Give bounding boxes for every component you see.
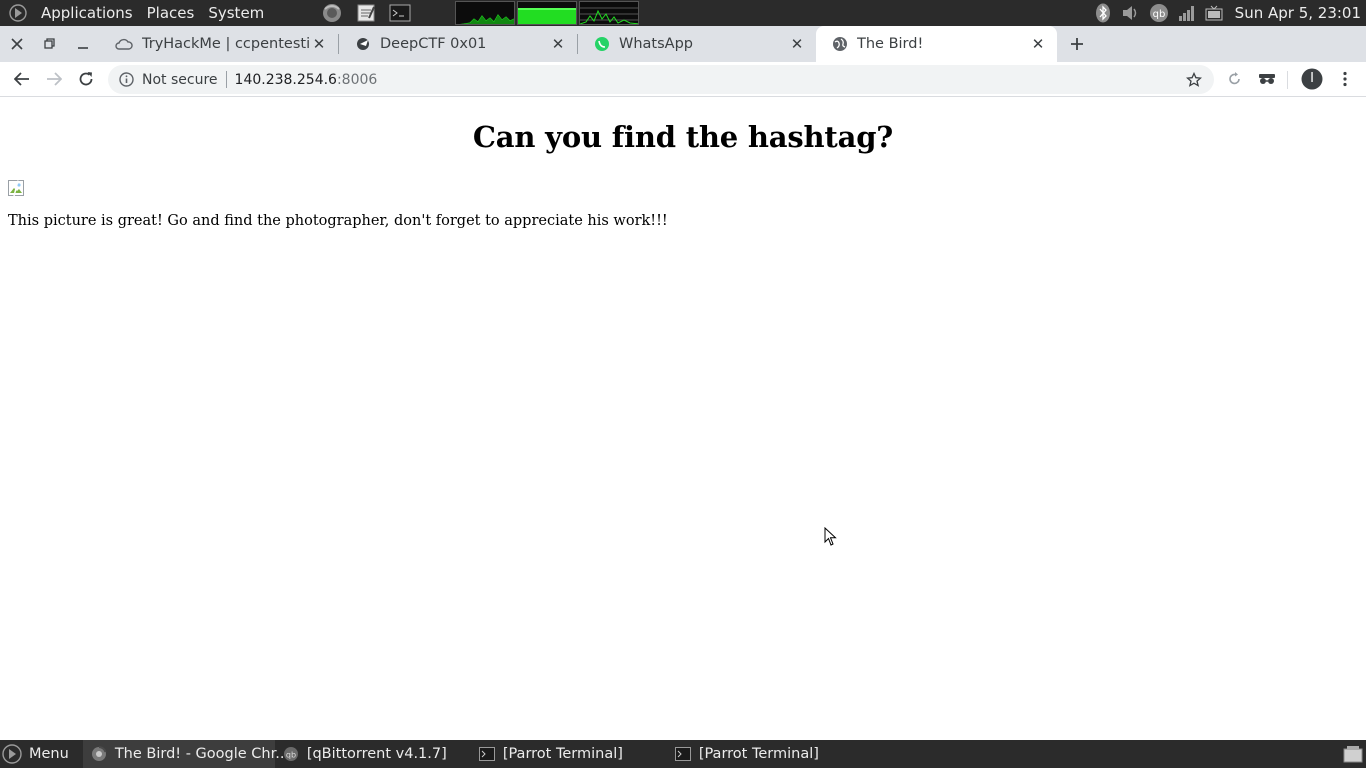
browser-toolbar: Not secure 140.238.254.6 :8006 I bbox=[0, 62, 1366, 97]
svg-text:qb: qb bbox=[286, 751, 296, 760]
cpu-graph bbox=[455, 1, 516, 25]
top-system-panel: Applications Places System qb Sun Apr 5,… bbox=[0, 0, 1366, 26]
broken-image-icon[interactable] bbox=[8, 180, 24, 197]
tab-close-button[interactable]: ✕ bbox=[549, 35, 567, 53]
qbittorrent-icon[interactable]: qb bbox=[1148, 2, 1170, 24]
system-tray: qb Sun Apr 5, 23:01 bbox=[1089, 0, 1366, 26]
minimize-icon bbox=[77, 47, 88, 49]
new-tab-button[interactable] bbox=[1057, 26, 1097, 62]
network-signal-icon[interactable] bbox=[1176, 2, 1198, 24]
tab-tryhackme[interactable]: TryHackMe | ccpentesting ✕ bbox=[99, 26, 338, 62]
tab-title: The Bird! bbox=[857, 36, 924, 52]
page-heading: Can you find the hashtag? bbox=[472, 120, 894, 154]
taskbar-item-label: [Parrot Terminal] bbox=[502, 746, 623, 762]
tab-title: TryHackMe | ccpentesting bbox=[142, 36, 310, 52]
info-icon bbox=[119, 72, 134, 87]
reload-icon bbox=[79, 72, 93, 86]
circular-arrow-icon bbox=[1229, 72, 1240, 85]
taskbar-item-label: [qBittorrent v4.1.7] bbox=[306, 746, 447, 762]
tab-close-button[interactable]: ✕ bbox=[310, 35, 328, 53]
menu-label: Menu bbox=[29, 746, 69, 762]
start-menu-button[interactable]: Menu bbox=[0, 740, 79, 768]
toolbar-divider bbox=[1287, 71, 1288, 89]
tab-close-button[interactable]: ✕ bbox=[1029, 35, 1047, 53]
window-close-button[interactable] bbox=[0, 26, 33, 62]
taskbar-item-terminal[interactable]: [Parrot Terminal] bbox=[667, 740, 863, 768]
mouse-cursor-icon bbox=[824, 526, 838, 547]
browser-tab-strip: TryHackMe | ccpentesting ✕ DeepCTF 0x01 … bbox=[0, 26, 1366, 62]
tab-close-button[interactable]: ✕ bbox=[788, 35, 806, 53]
incognito-extension-button[interactable] bbox=[1251, 63, 1283, 95]
url-port: :8006 bbox=[336, 71, 378, 88]
reload-button[interactable] bbox=[70, 63, 102, 95]
security-indicator[interactable]: Not secure bbox=[108, 72, 218, 88]
plus-icon bbox=[1071, 38, 1083, 50]
bookmark-star-button[interactable] bbox=[1184, 70, 1204, 90]
workspace-switcher-icon[interactable] bbox=[1342, 743, 1364, 765]
mask-icon bbox=[1259, 74, 1275, 84]
star-icon bbox=[1186, 72, 1202, 87]
forward-button[interactable] bbox=[38, 63, 70, 95]
tab-whatsapp[interactable]: WhatsApp ✕ bbox=[578, 26, 816, 62]
taskbar-item-qbittorrent[interactable]: qb [qBittorrent v4.1.7] bbox=[275, 740, 471, 768]
whatsapp-icon bbox=[595, 37, 609, 51]
places-menu[interactable]: Places bbox=[140, 0, 202, 26]
chrome-icon bbox=[91, 746, 107, 762]
bottom-taskbar: Menu The Bird! - Google Chr... qb [qBitt… bbox=[0, 740, 1366, 768]
applications-menu[interactable]: Applications bbox=[34, 0, 140, 26]
tab-the-bird[interactable]: The Bird! ✕ bbox=[816, 26, 1057, 62]
back-button[interactable] bbox=[6, 63, 38, 95]
globe-icon bbox=[833, 37, 847, 51]
restore-icon bbox=[43, 38, 55, 49]
parrot-logo-icon bbox=[2, 744, 22, 764]
ctf-icon bbox=[357, 38, 369, 50]
close-icon bbox=[10, 38, 23, 50]
profile-avatar[interactable]: I bbox=[1296, 63, 1328, 95]
qbittorrent-icon: qb bbox=[283, 746, 299, 762]
url-host: 140.238.254.6 bbox=[234, 71, 337, 88]
firefox-icon[interactable] bbox=[320, 2, 344, 24]
bluetooth-icon[interactable] bbox=[1092, 2, 1114, 24]
window-restore-button[interactable] bbox=[33, 26, 66, 62]
text-editor-icon[interactable] bbox=[354, 2, 378, 24]
volume-icon[interactable] bbox=[1120, 2, 1142, 24]
terminal-icon bbox=[478, 746, 495, 762]
tab-title: WhatsApp bbox=[619, 36, 693, 52]
address-bar[interactable]: Not secure 140.238.254.6 :8006 bbox=[108, 65, 1214, 94]
page-body-text: This picture is great! Go and find the p… bbox=[8, 213, 668, 229]
arrow-right-icon bbox=[47, 72, 62, 86]
svg-text:qb: qb bbox=[1152, 9, 1165, 20]
taskbar-item-chrome[interactable]: The Bird! - Google Chr... bbox=[82, 740, 289, 768]
tab-title: DeepCTF 0x01 bbox=[380, 36, 487, 52]
system-menu[interactable]: System bbox=[201, 0, 271, 26]
more-vertical-icon bbox=[1343, 71, 1347, 87]
cloud-icon bbox=[115, 38, 133, 50]
taskbar-item-label: [Parrot Terminal] bbox=[698, 746, 819, 762]
battery-icon[interactable] bbox=[1204, 2, 1226, 24]
terminal-icon[interactable] bbox=[388, 2, 412, 24]
parrot-logo-icon[interactable] bbox=[8, 3, 28, 23]
window-minimize-button[interactable] bbox=[66, 26, 99, 62]
network-graph bbox=[579, 1, 640, 25]
browser-menu-button[interactable] bbox=[1329, 63, 1361, 95]
security-label: Not secure bbox=[142, 71, 218, 88]
omnibox-divider bbox=[225, 71, 227, 88]
extension-button[interactable] bbox=[1219, 63, 1251, 95]
arrow-left-icon bbox=[14, 72, 29, 86]
profile-initial: I bbox=[1310, 71, 1314, 86]
taskbar-item-terminal[interactable]: [Parrot Terminal] bbox=[471, 740, 667, 768]
web-page-content: Can you find the hashtag? This picture i… bbox=[0, 98, 1366, 740]
tab-deepctf[interactable]: DeepCTF 0x01 ✕ bbox=[339, 26, 577, 62]
terminal-icon bbox=[674, 746, 691, 762]
memory-graph bbox=[517, 1, 578, 25]
taskbar-item-label: The Bird! - Google Chr... bbox=[114, 746, 290, 762]
clock[interactable]: Sun Apr 5, 23:01 bbox=[1229, 4, 1366, 22]
